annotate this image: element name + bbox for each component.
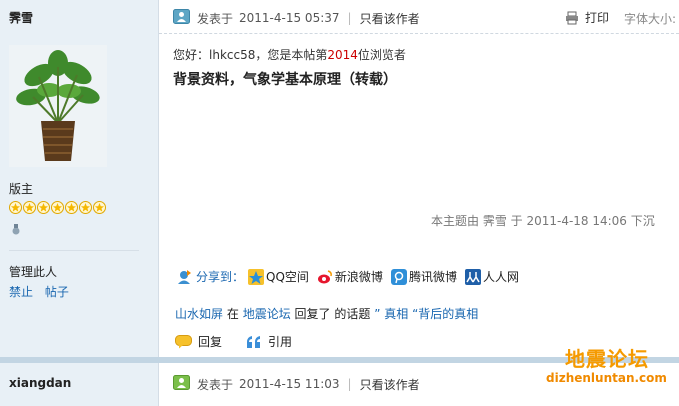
reply-topic-link[interactable]: ” 真相 “背后的真相 xyxy=(374,307,478,321)
user-posts-link[interactable]: 帖子 xyxy=(45,285,69,299)
sina-weibo-icon xyxy=(317,269,332,283)
post-title: 背景资料，气象学基本原理（转载） xyxy=(173,72,397,88)
posted-prefix: 发表于 xyxy=(197,11,234,26)
manage-user-label: 管理此人 xyxy=(9,265,58,279)
rank-stars xyxy=(9,201,106,214)
author-name[interactable]: 霁雪 xyxy=(9,9,33,26)
font-size-label: 字体大小: xyxy=(624,12,677,26)
posted-time-2: 2011-4-15 11:03 xyxy=(239,377,340,391)
renren-icon xyxy=(464,268,481,285)
medal-icon xyxy=(11,224,21,239)
only-author-link-2[interactable]: 只看该作者 xyxy=(360,376,420,393)
share-renren[interactable]: 人人网 xyxy=(464,268,519,285)
reply-user-link[interactable]: 山水如屏 xyxy=(175,307,223,321)
posted-time: 2011-4-15 05:37 xyxy=(239,11,340,25)
sidebar-divider xyxy=(9,250,139,251)
watermark-logo: 地震论坛 xyxy=(565,347,649,371)
star-icon xyxy=(93,201,106,214)
tencent-weibo-icon xyxy=(390,268,407,285)
reply-icon xyxy=(175,334,192,348)
manage-links: 禁止 帖子 xyxy=(9,283,77,300)
visitor-greeting: 您好：lhkcc58，您是本帖第2014位浏览者 xyxy=(173,48,406,62)
plant-avatar-image xyxy=(9,45,107,167)
share-bar: 分享到： QQ空间 新浪微博 腾讯微博 人人网 xyxy=(176,268,523,285)
star-icon xyxy=(37,201,50,214)
avatar[interactable] xyxy=(9,45,107,167)
online-status-icon-2 xyxy=(173,375,190,393)
star-icon xyxy=(65,201,78,214)
watermark-url: dizhenluntan.com xyxy=(546,371,667,385)
post-actions: 回复 引用 xyxy=(175,333,316,350)
reply-forum-link[interactable]: 地震论坛 xyxy=(243,307,291,321)
post-meta: 发表于 2011-4-15 05:37 | 只看该作者 xyxy=(173,9,420,27)
moderation-note: 本主题由 霁雪 于 2011-4-18 14:06 下沉 xyxy=(431,214,655,228)
only-author-link[interactable]: 只看该作者 xyxy=(360,10,420,27)
star-icon xyxy=(9,201,22,214)
share-tencent-weibo[interactable]: 腾讯微博 xyxy=(390,268,457,285)
ban-user-link[interactable]: 禁止 xyxy=(9,285,33,299)
quote-button[interactable]: 引用 xyxy=(246,333,292,350)
print-label: 打印 xyxy=(585,11,610,25)
qzone-icon xyxy=(248,268,265,285)
author-name-2[interactable]: xiangdan xyxy=(9,376,71,390)
star-icon xyxy=(23,201,36,214)
reply-note: 山水如屏 在 地震论坛 回复了 的话题 ” 真相 “背后的真相 xyxy=(175,307,479,321)
online-status-icon xyxy=(173,9,190,27)
visitor-number: 2014 xyxy=(327,48,358,62)
share-label: 分享到： xyxy=(196,270,245,284)
post-meta-2: 发表于 2011-4-15 11:03 | 只看该作者 xyxy=(173,375,420,393)
quote-icon xyxy=(247,335,261,348)
share-sina-weibo[interactable]: 新浪微博 xyxy=(317,268,383,285)
user-rank: 版主 xyxy=(9,182,34,196)
reply-button[interactable]: 回复 xyxy=(175,333,222,350)
star-icon xyxy=(79,201,92,214)
star-icon xyxy=(51,201,64,214)
printer-icon xyxy=(566,11,578,24)
print-button[interactable]: 打印 xyxy=(565,9,609,26)
share-icon xyxy=(178,269,191,284)
share-qzone[interactable]: QQ空间 xyxy=(248,268,309,285)
